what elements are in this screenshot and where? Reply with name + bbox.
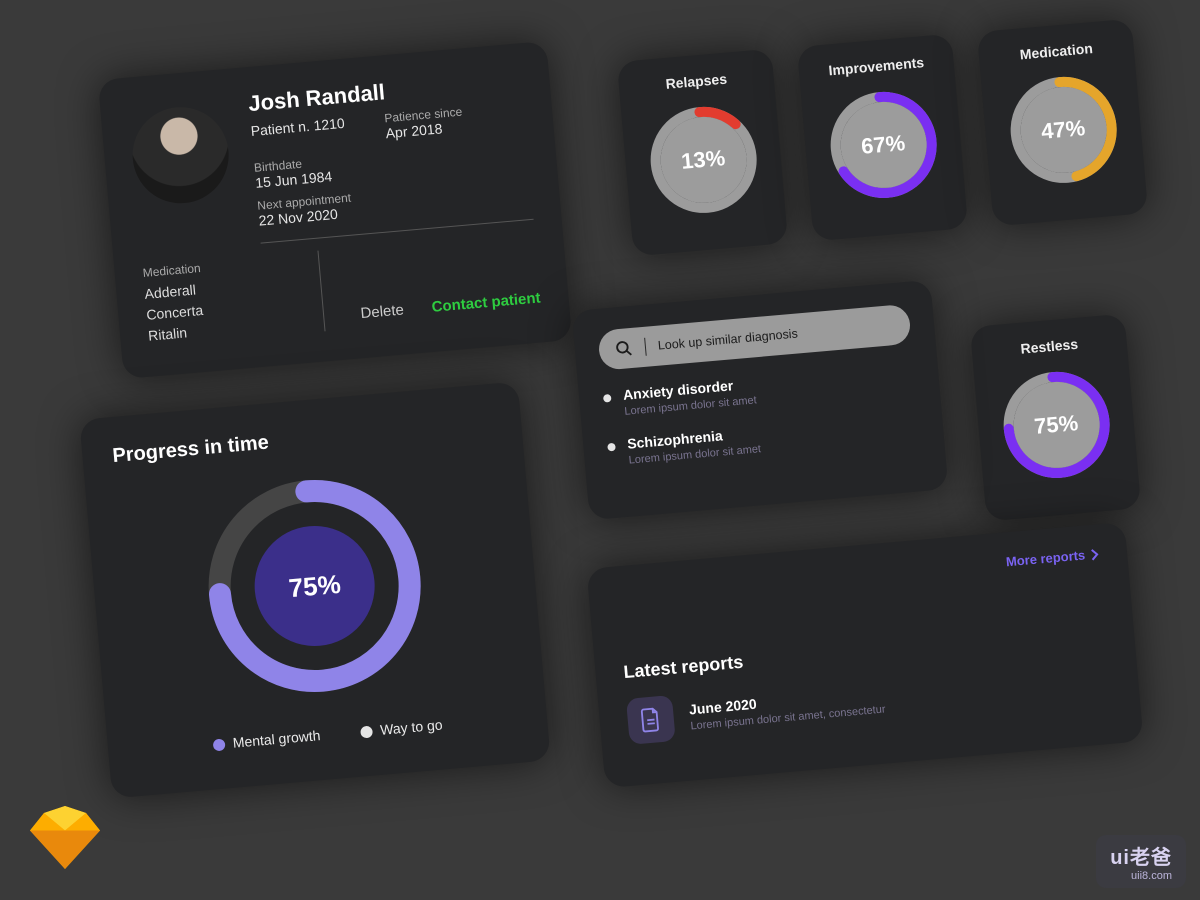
stat-card-medication: Medication 47% bbox=[977, 19, 1148, 227]
legend-dot-icon bbox=[360, 726, 373, 739]
contact-patient-button[interactable]: Contact patient bbox=[431, 289, 541, 315]
search-placeholder: Look up similar diagnosis bbox=[657, 326, 798, 352]
progress-ring-large: 75% bbox=[190, 461, 439, 710]
delete-button[interactable]: Delete bbox=[360, 301, 405, 322]
patient-card: Josh Randall Patient n. 1210 Patience si… bbox=[98, 41, 572, 379]
patient-number: Patient n. 1210 bbox=[250, 115, 345, 139]
watermark-title: ui老爸 bbox=[1110, 841, 1172, 870]
progress-ring: 75% bbox=[997, 365, 1116, 484]
stat-title: Restless bbox=[1020, 336, 1079, 357]
avatar bbox=[129, 103, 233, 207]
more-reports-link[interactable]: More reports bbox=[1005, 546, 1099, 569]
progress-ring: 47% bbox=[1004, 70, 1123, 189]
search-result-item[interactable]: Anxiety disorder Lorem ipsum dolor sit a… bbox=[602, 361, 916, 419]
stat-title: Improvements bbox=[828, 54, 925, 78]
bullet-icon bbox=[607, 443, 616, 452]
progress-card: Progress in time 75% Mental growth Way t… bbox=[79, 382, 550, 799]
progress-ring: 13% bbox=[644, 100, 763, 219]
legend-item: Way to go bbox=[360, 716, 444, 739]
search-card: Look up similar diagnosis Anxiety disord… bbox=[572, 280, 949, 521]
search-input[interactable]: Look up similar diagnosis bbox=[597, 304, 911, 371]
reports-card: More reports Latest reports June 2020 Lo… bbox=[586, 522, 1143, 788]
stat-card-improvements: Improvements 67% bbox=[797, 34, 968, 242]
progress-title: Progress in time bbox=[112, 412, 493, 468]
stat-card-restless: Restless 75% bbox=[970, 314, 1141, 522]
stat-card-relapses: Relapses 13% bbox=[617, 49, 788, 257]
watermark: ui老爸 uii8.com bbox=[1096, 835, 1186, 888]
bullet-icon bbox=[603, 394, 612, 403]
chevron-right-icon bbox=[1091, 548, 1100, 561]
progress-ring: 67% bbox=[824, 85, 943, 204]
search-icon bbox=[614, 339, 634, 359]
stat-title: Medication bbox=[1019, 40, 1093, 62]
legend-item: Mental growth bbox=[212, 727, 321, 752]
stat-title: Relapses bbox=[665, 71, 728, 92]
legend-dot-icon bbox=[212, 739, 225, 752]
document-icon bbox=[626, 695, 676, 745]
sketch-logo-icon bbox=[30, 805, 100, 870]
search-result-item[interactable]: Schizophrenia Lorem ipsum dolor sit amet bbox=[607, 410, 921, 468]
watermark-url: uii8.com bbox=[1110, 870, 1172, 882]
